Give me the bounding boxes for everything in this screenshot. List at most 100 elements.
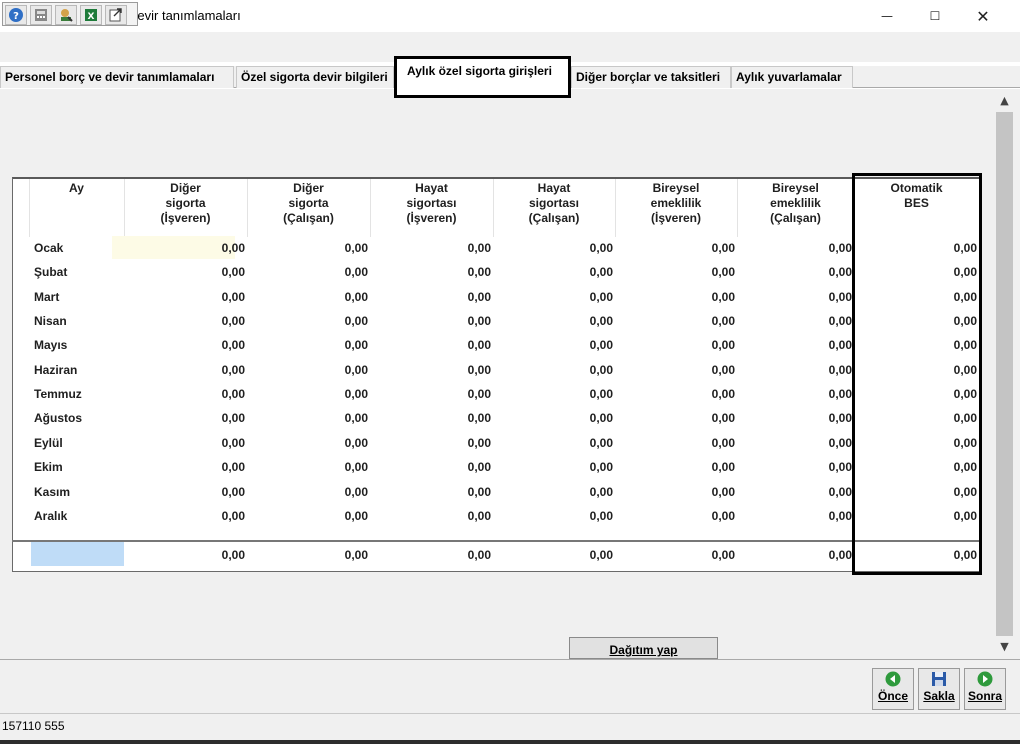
value-cell[interactable]: 0,00: [373, 314, 491, 328]
value-cell[interactable]: 0,00: [250, 509, 368, 523]
distribute-button[interactable]: Dağıtım yap: [569, 637, 718, 659]
value-cell[interactable]: 0,00: [617, 363, 735, 377]
value-cell[interactable]: 0,00: [617, 387, 735, 401]
scroll-down-icon[interactable]: ▼: [995, 640, 1014, 658]
value-cell[interactable]: 0,00: [740, 338, 852, 352]
table-row[interactable]: Şubat 0,00 0,00 0,00 0,00 0,00 0,00 0,00: [13, 261, 981, 285]
header-hayat-sigortasi-isveren[interactable]: Hayat sigortası (İşveren): [370, 181, 493, 226]
value-cell[interactable]: 0,00: [127, 509, 245, 523]
value-cell[interactable]: 0,00: [373, 485, 491, 499]
value-cell[interactable]: 0,00: [250, 485, 368, 499]
value-cell[interactable]: 0,00: [495, 436, 613, 450]
table-row[interactable]: Ocak 0,00 0,00 0,00 0,00 0,00 0,00 0,00: [13, 237, 981, 261]
header-ay[interactable]: Ay: [29, 181, 124, 196]
value-cell[interactable]: 0,00: [495, 460, 613, 474]
value-cell[interactable]: 0,00: [250, 265, 368, 279]
value-cell[interactable]: 0,00: [250, 290, 368, 304]
value-cell[interactable]: 0,00: [740, 265, 852, 279]
tab-aylik-ozel-sigorta[interactable]: Aylık özel sigorta girişleri: [394, 56, 571, 98]
value-cell[interactable]: 0,00: [373, 387, 491, 401]
excel-icon[interactable]: X: [80, 5, 102, 25]
value-cell[interactable]: 0,00: [373, 265, 491, 279]
value-cell[interactable]: 0,00: [740, 509, 852, 523]
value-cell[interactable]: 0,00: [127, 387, 245, 401]
month-cell[interactable]: Şubat: [34, 265, 67, 279]
month-cell[interactable]: Eylül: [34, 436, 63, 450]
value-cell[interactable]: 0,00: [740, 485, 852, 499]
header-hayat-sigortasi-calisan[interactable]: Hayat sigortası (Çalışan): [493, 181, 615, 226]
month-cell[interactable]: Kasım: [34, 485, 70, 499]
value-cell[interactable]: 0,00: [617, 485, 735, 499]
month-cell[interactable]: Ağustos: [34, 411, 82, 425]
table-row[interactable]: Mart 0,00 0,00 0,00 0,00 0,00 0,00 0,00: [13, 286, 981, 310]
table-row[interactable]: Nisan 0,00 0,00 0,00 0,00 0,00 0,00 0,00: [13, 310, 981, 334]
value-cell[interactable]: 0,00: [127, 265, 245, 279]
value-cell[interactable]: 0,00: [495, 387, 613, 401]
value-cell[interactable]: 0,00: [495, 314, 613, 328]
value-cell[interactable]: 0,00: [250, 314, 368, 328]
value-cell[interactable]: 0,00: [740, 436, 852, 450]
value-cell[interactable]: 0,00: [495, 411, 613, 425]
maximize-button[interactable]: ☐: [912, 0, 958, 32]
value-cell[interactable]: 0,00: [740, 411, 852, 425]
value-cell[interactable]: 0,00: [373, 509, 491, 523]
value-cell[interactable]: 0,00: [250, 241, 368, 255]
value-cell[interactable]: 0,00: [250, 411, 368, 425]
table-row[interactable]: Temmuz 0,00 0,00 0,00 0,00 0,00 0,00 0,00: [13, 383, 981, 407]
scrollbar-thumb[interactable]: [996, 112, 1013, 636]
value-cell[interactable]: 0,00: [127, 436, 245, 450]
next-button[interactable]: Sonra: [964, 668, 1006, 710]
export-icon[interactable]: [105, 5, 127, 25]
value-cell[interactable]: 0,00: [127, 290, 245, 304]
table-row[interactable]: Haziran 0,00 0,00 0,00 0,00 0,00 0,00 0,00: [13, 359, 981, 383]
value-cell[interactable]: 0,00: [617, 241, 735, 255]
value-cell[interactable]: 0,00: [617, 411, 735, 425]
value-cell[interactable]: 0,00: [250, 436, 368, 450]
value-cell[interactable]: 0,00: [127, 485, 245, 499]
month-cell[interactable]: Aralık: [34, 509, 67, 523]
month-cell[interactable]: Ocak: [34, 241, 63, 255]
header-bireysel-emeklilik-isveren[interactable]: Bireysel emeklilik (İşveren): [615, 181, 737, 226]
value-cell[interactable]: 0,00: [373, 460, 491, 474]
table-row[interactable]: Ekim 0,00 0,00 0,00 0,00 0,00 0,00 0,00: [13, 456, 981, 480]
month-cell[interactable]: Haziran: [34, 363, 77, 377]
month-cell[interactable]: Ekim: [34, 460, 63, 474]
calculator-icon[interactable]: [30, 5, 52, 25]
month-cell[interactable]: Mart: [34, 290, 59, 304]
month-cell[interactable]: Mayıs: [34, 338, 67, 352]
header-diger-sigorta-calisan[interactable]: Diğer sigorta (Çalışan): [247, 181, 370, 226]
value-cell[interactable]: 0,00: [740, 460, 852, 474]
value-cell[interactable]: 0,00: [373, 241, 491, 255]
value-cell[interactable]: 0,00: [740, 314, 852, 328]
value-cell[interactable]: 0,00: [127, 460, 245, 474]
value-cell[interactable]: 0,00: [373, 338, 491, 352]
table-row[interactable]: Eylül 0,00 0,00 0,00 0,00 0,00 0,00 0,00: [13, 432, 981, 456]
search-user-icon[interactable]: [55, 5, 77, 25]
value-cell[interactable]: 0,00: [617, 460, 735, 474]
value-cell[interactable]: 0,00: [617, 314, 735, 328]
value-cell[interactable]: 0,00: [495, 338, 613, 352]
value-cell[interactable]: 0,00: [127, 314, 245, 328]
value-cell[interactable]: 0,00: [617, 290, 735, 304]
value-cell[interactable]: 0,00: [250, 387, 368, 401]
value-cell[interactable]: 0,00: [617, 509, 735, 523]
table-row[interactable]: Ağustos 0,00 0,00 0,00 0,00 0,00 0,00 0,00: [13, 407, 981, 431]
value-cell[interactable]: 0,00: [250, 363, 368, 377]
value-cell[interactable]: 0,00: [127, 241, 245, 255]
value-cell[interactable]: 0,00: [373, 411, 491, 425]
value-cell[interactable]: 0,00: [740, 387, 852, 401]
value-cell[interactable]: 0,00: [495, 290, 613, 304]
value-cell[interactable]: 0,00: [373, 363, 491, 377]
value-cell[interactable]: 0,00: [495, 363, 613, 377]
save-button[interactable]: Sakla: [918, 668, 960, 710]
value-cell[interactable]: 0,00: [740, 290, 852, 304]
value-cell[interactable]: 0,00: [740, 241, 852, 255]
close-button[interactable]: ✕: [960, 0, 1006, 32]
value-cell[interactable]: 0,00: [617, 265, 735, 279]
tab-diger-borclar[interactable]: Diğer borçlar ve taksitleri: [571, 66, 731, 88]
value-cell[interactable]: 0,00: [495, 265, 613, 279]
header-bireysel-emeklilik-calisan[interactable]: Bireysel emeklilik (Çalışan): [737, 181, 854, 226]
scroll-up-icon[interactable]: ▲: [995, 94, 1014, 112]
value-cell[interactable]: 0,00: [250, 460, 368, 474]
value-cell[interactable]: 0,00: [127, 338, 245, 352]
